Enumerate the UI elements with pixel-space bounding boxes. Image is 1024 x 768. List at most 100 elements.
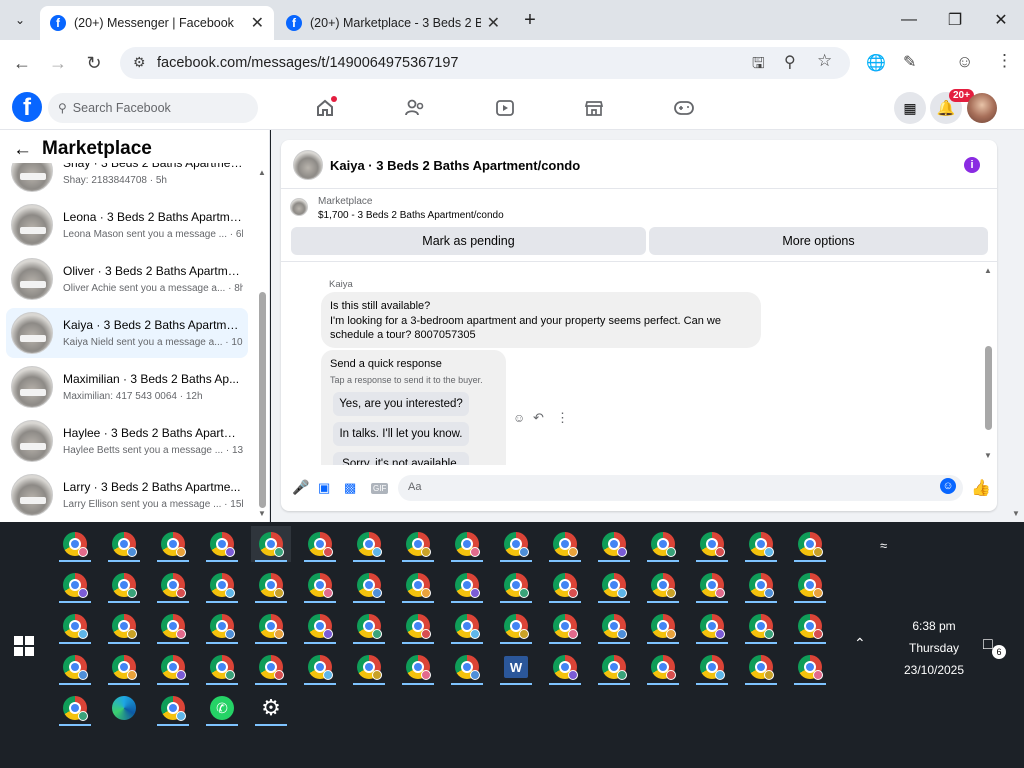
chrome-profile-taskbar-icon[interactable]: [104, 526, 144, 562]
chat-title[interactable]: Kaiya · 3 Beds 2 Baths Apartment/condo: [330, 158, 580, 173]
network-icon[interactable]: ≈: [880, 538, 887, 553]
conversation-item[interactable]: Larry · 3 Beds 2 Baths Apartme... Larry E…: [6, 470, 248, 520]
scroll-up-arrow-icon[interactable]: ▲: [984, 266, 992, 275]
mark-pending-button[interactable]: Mark as pending: [291, 227, 646, 255]
emoji-icon[interactable]: ☺: [940, 478, 956, 494]
chrome-profile-taskbar-icon[interactable]: [447, 608, 487, 644]
chrome-profile-taskbar-icon[interactable]: [545, 649, 585, 685]
chrome-profile-taskbar-icon[interactable]: [447, 567, 487, 603]
chrome-profile-taskbar-icon[interactable]: [643, 649, 683, 685]
chrome-profile-taskbar-icon[interactable]: [594, 649, 634, 685]
chrome-profile-taskbar-icon[interactable]: [104, 608, 144, 644]
profile-icon[interactable]: ☺: [956, 52, 973, 72]
chrome-profile-taskbar-icon[interactable]: [251, 649, 291, 685]
chrome-profile-taskbar-icon[interactable]: [545, 526, 585, 562]
conversation-item[interactable]: Oliver · 3 Beds 2 Baths Apartme... Oliver…: [6, 254, 248, 304]
page-scroll-down-icon[interactable]: ▼: [1012, 509, 1020, 518]
chrome-profile-taskbar-icon[interactable]: [447, 649, 487, 685]
chrome-profile-taskbar-icon[interactable]: [398, 567, 438, 603]
gif-icon[interactable]: GIF: [371, 483, 389, 494]
chrome-profile-taskbar-icon[interactable]: [349, 608, 389, 644]
edge-taskbar-icon[interactable]: [104, 690, 144, 726]
minimize-button[interactable]: —: [886, 0, 932, 40]
info-icon[interactable]: i: [964, 157, 980, 173]
windows-start-icon[interactable]: [14, 636, 34, 656]
message-composer[interactable]: Aa ☺: [398, 475, 963, 501]
sidebar-scrollbar-thumb[interactable]: [259, 292, 266, 508]
chrome-profile-taskbar-icon[interactable]: [349, 526, 389, 562]
chrome-profile-taskbar-icon[interactable]: [398, 649, 438, 685]
reload-button[interactable]: ↻: [80, 49, 108, 77]
chrome-profile-taskbar-icon[interactable]: [790, 608, 830, 644]
install-app-icon[interactable]: 🖫: [752, 53, 765, 78]
new-tab-button[interactable]: +: [510, 0, 550, 40]
chrome-profile-taskbar-icon[interactable]: [251, 567, 291, 603]
chrome-profile-taskbar-icon[interactable]: [790, 649, 830, 685]
quick-response-button[interactable]: In talks. I'll let you know.: [333, 422, 469, 446]
chrome-profile-taskbar-icon[interactable]: [202, 608, 242, 644]
thumbs-up-icon[interactable]: 👍: [971, 478, 991, 498]
chrome-profile-taskbar-icon[interactable]: [55, 567, 95, 603]
chrome-profile-taskbar-icon[interactable]: [300, 649, 340, 685]
globe-icon[interactable]: 🌐: [866, 53, 886, 73]
chrome-profile-taskbar-icon[interactable]: [251, 526, 291, 562]
close-tab-icon[interactable]: ✕: [487, 13, 500, 33]
close-window-button[interactable]: ✕: [978, 0, 1024, 40]
chrome-profile-taskbar-icon[interactable]: [55, 649, 95, 685]
settings-taskbar-icon[interactable]: ⚙: [251, 690, 291, 726]
chrome-profile-taskbar-icon[interactable]: [496, 608, 536, 644]
chrome-profile-taskbar-icon[interactable]: [692, 567, 732, 603]
avatar[interactable]: [967, 93, 997, 123]
chrome-profile-taskbar-icon[interactable]: [790, 567, 830, 603]
listing-detail[interactable]: $1,700 - 3 Beds 2 Baths Apartment/condo: [318, 210, 504, 221]
chrome-profile-taskbar-icon[interactable]: [398, 526, 438, 562]
chrome-profile-taskbar-icon[interactable]: [104, 649, 144, 685]
chrome-profile-taskbar-icon[interactable]: [496, 526, 536, 562]
conversation-item[interactable]: Maximilian · 3 Beds 2 Baths Ap... Maximil…: [6, 362, 248, 412]
whatsapp-taskbar-icon[interactable]: ✆: [202, 690, 242, 726]
menu-button[interactable]: ▦: [894, 92, 926, 124]
chrome-profile-taskbar-icon[interactable]: [741, 649, 781, 685]
scroll-down-arrow-icon[interactable]: ▼: [258, 509, 266, 518]
chrome-profile-taskbar-icon[interactable]: [153, 608, 193, 644]
conversation-item[interactable]: Haylee · 3 Beds 2 Baths Apartm... Haylee …: [6, 416, 248, 466]
zoom-icon[interactable]: ⚲: [784, 52, 796, 72]
word-taskbar-icon[interactable]: W: [496, 649, 536, 685]
quick-response-button[interactable]: Yes, are you interested?: [333, 392, 469, 416]
chevron-up-icon[interactable]: ⌃: [854, 635, 866, 652]
chrome-profile-taskbar-icon[interactable]: [251, 608, 291, 644]
chrome-profile-taskbar-icon[interactable]: [202, 567, 242, 603]
quick-response-button[interactable]: Sorry, it's not available.: [333, 452, 469, 465]
conversation-item-selected[interactable]: Kaiya · 3 Beds 2 Baths Apartme... Kaiya N…: [6, 308, 248, 358]
chrome-profile-taskbar-icon[interactable]: [349, 567, 389, 603]
system-clock[interactable]: 6:38 pm Thursday 23/10/2025: [895, 615, 973, 681]
chrome-profile-taskbar-icon[interactable]: [594, 526, 634, 562]
more-options-button[interactable]: More options: [649, 227, 988, 255]
chrome-profile-taskbar-icon[interactable]: [153, 526, 193, 562]
forward-button[interactable]: →: [44, 49, 72, 77]
chrome-profile-taskbar-icon[interactable]: [545, 567, 585, 603]
back-button[interactable]: ←: [8, 49, 36, 77]
chat-scrollbar-thumb[interactable]: [985, 346, 992, 430]
search-input[interactable]: ⚲ Search Facebook: [48, 93, 258, 123]
photo-icon[interactable]: ▣: [318, 480, 330, 496]
chrome-profile-taskbar-icon[interactable]: [594, 608, 634, 644]
chrome-profile-taskbar-icon[interactable]: [790, 526, 830, 562]
chrome-profile-taskbar-icon[interactable]: [202, 526, 242, 562]
reply-icon[interactable]: ↶: [533, 410, 544, 426]
tab-messenger[interactable]: f (20+) Messenger | Facebook ✕: [40, 6, 274, 40]
extensions-icon[interactable]: ✎: [903, 52, 916, 72]
menu-kebab-icon[interactable]: ⋮: [996, 51, 1013, 71]
chrome-profile-taskbar-icon[interactable]: [692, 608, 732, 644]
chrome-profile-taskbar-icon[interactable]: [496, 567, 536, 603]
site-info-icon[interactable]: ⚙: [133, 54, 146, 71]
tab-marketplace[interactable]: f (20+) Marketplace - 3 Beds 2 Ba ✕: [276, 6, 510, 40]
chrome-profile-taskbar-icon[interactable]: [643, 567, 683, 603]
chrome-profile-taskbar-icon[interactable]: [104, 567, 144, 603]
chrome-profile-taskbar-icon[interactable]: [153, 690, 193, 726]
chrome-profile-taskbar-icon[interactable]: [545, 608, 585, 644]
more-actions-icon[interactable]: ⋮: [556, 410, 569, 426]
chrome-profile-taskbar-icon[interactable]: [55, 526, 95, 562]
back-arrow-icon[interactable]: ←: [13, 139, 32, 161]
microphone-icon[interactable]: 🎤: [292, 479, 309, 496]
